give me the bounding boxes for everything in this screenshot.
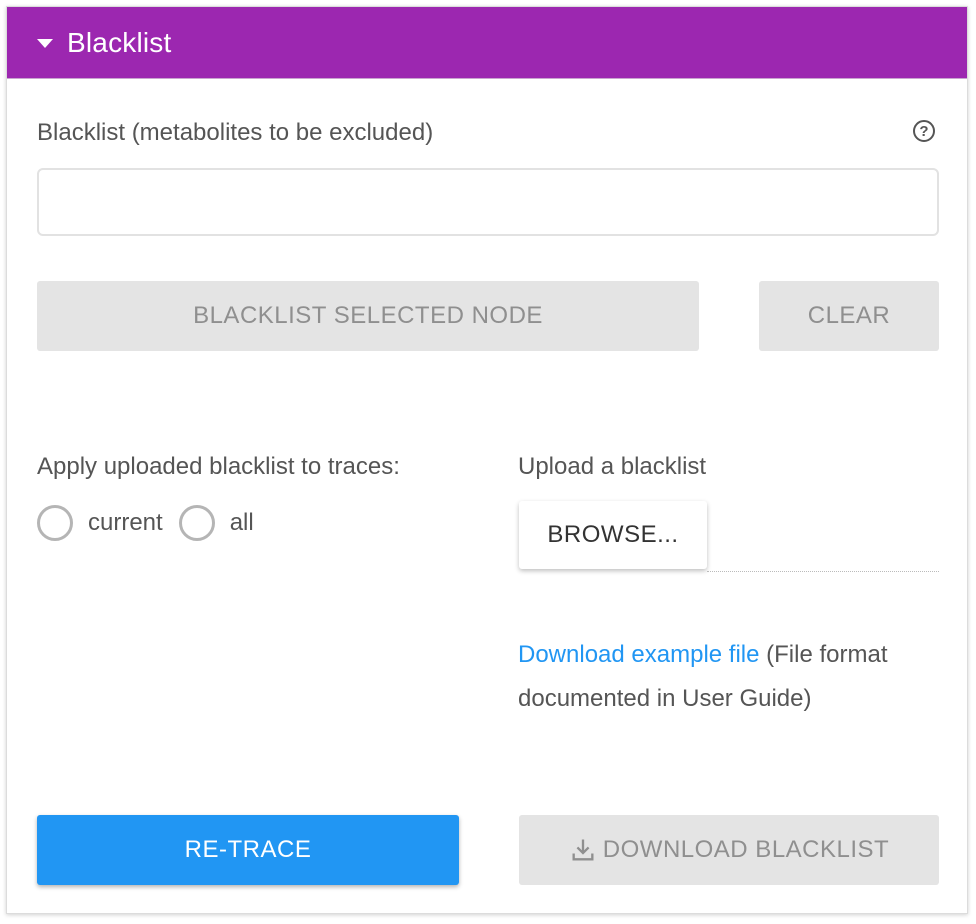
radio-current[interactable] (37, 505, 73, 541)
download-icon (572, 839, 594, 861)
retrace-button[interactable]: RE-TRACE (37, 815, 459, 885)
blacklist-selected-node-button[interactable]: BLACKLIST SELECTED NODE (37, 281, 699, 351)
apply-traces-label: Apply uploaded blacklist to traces: (37, 453, 400, 480)
caret-down-icon (37, 39, 53, 48)
radio-option-current[interactable]: current (37, 505, 163, 541)
blacklist-input[interactable] (37, 168, 939, 236)
help-circle-icon[interactable]: ? (913, 120, 935, 142)
upload-filename-field (707, 571, 939, 572)
radio-option-all[interactable]: all (178, 505, 254, 541)
panel-header[interactable]: Blacklist (7, 7, 967, 79)
panel-title: Blacklist (67, 26, 172, 58)
radio-all[interactable] (178, 505, 215, 541)
apply-radio-group: current all (37, 505, 270, 541)
example-file-text: Download example file (File format docum… (518, 633, 938, 721)
browse-button[interactable]: BROWSE... (519, 501, 707, 569)
download-example-link[interactable]: Download example file (518, 641, 759, 668)
download-blacklist-label: DOWNLOAD BLACKLIST (602, 836, 890, 863)
blacklist-panel: Blacklist Blacklist (metabolites to be e… (6, 6, 968, 914)
radio-label-all: all (229, 509, 254, 536)
download-blacklist-button[interactable]: DOWNLOAD BLACKLIST (519, 815, 939, 885)
radio-label-current: current (88, 509, 163, 536)
blacklist-field-label: Blacklist (metabolites to be excluded) (37, 119, 434, 146)
upload-label: Upload a blacklist (518, 453, 707, 480)
clear-button[interactable]: CLEAR (759, 281, 939, 351)
